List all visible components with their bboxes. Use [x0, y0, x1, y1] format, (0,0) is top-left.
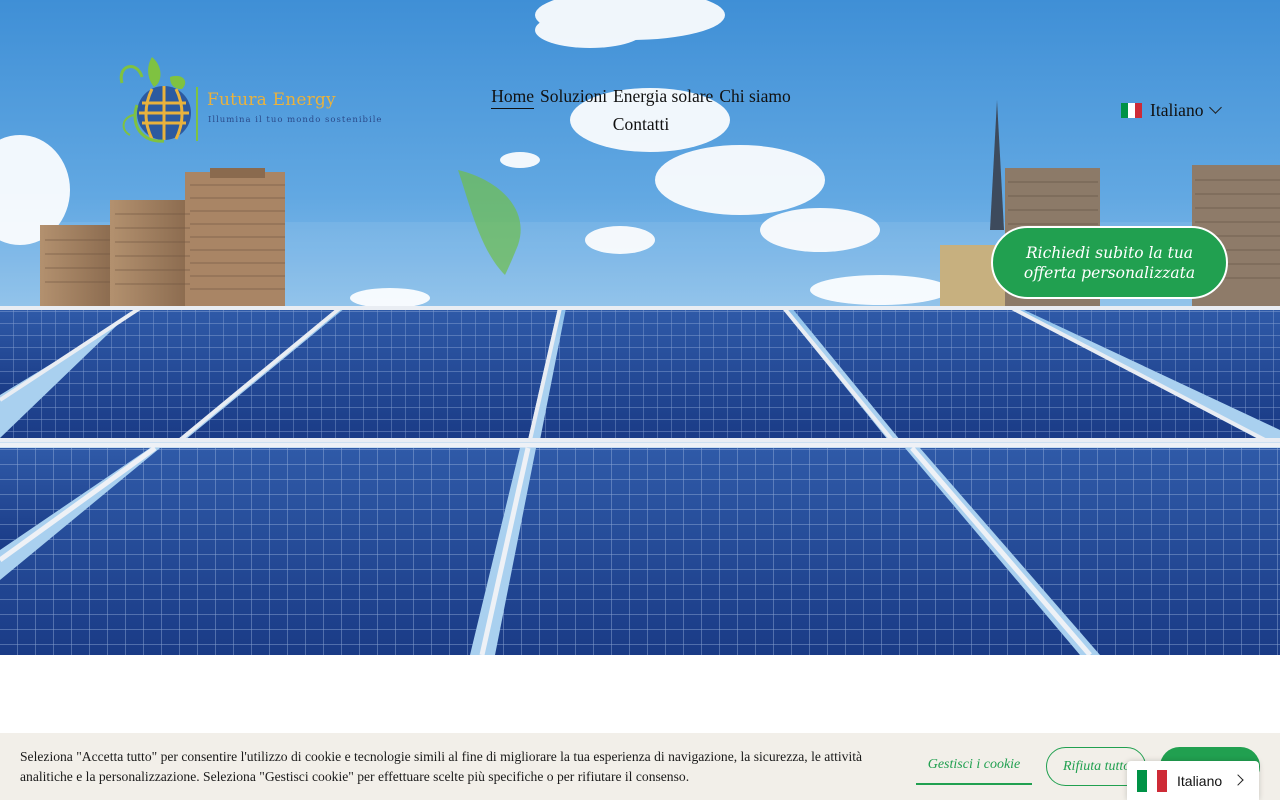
italy-flag-icon: [1137, 769, 1167, 792]
nav-item-soluzioni[interactable]: Soluzioni: [540, 82, 607, 110]
brand-name: Futura Energy: [207, 90, 336, 110]
nav-item-home[interactable]: Home: [491, 85, 534, 109]
nav-item-energia-solare[interactable]: Energia solare: [613, 82, 713, 110]
hero-section: Futura Energy Illumina il tuo mondo sost…: [0, 0, 1280, 655]
brand-logo[interactable]: Futura Energy Illumina il tuo mondo sost…: [112, 55, 392, 147]
italy-flag-icon: [1121, 102, 1142, 118]
language-selector[interactable]: Italiano: [1121, 98, 1223, 122]
brand-tagline: Illumina il tuo mondo sostenibile: [208, 115, 383, 125]
main-navigation: Home Soluzioni Energia solare Chi siamo Cont…: [470, 82, 812, 138]
cookie-banner-text: Seleziona "Accetta tutto" per consentire…: [20, 749, 863, 784]
language-switcher-widget[interactable]: Italiano: [1127, 761, 1259, 800]
cookie-banner: Seleziona "Accetta tutto" per consentire…: [0, 733, 1280, 800]
chevron-right-icon: [1232, 774, 1244, 786]
globe-leaf-logo-icon: [119, 57, 191, 143]
logo-divider: [196, 87, 198, 141]
nav-item-chi-siamo[interactable]: Chi siamo: [719, 82, 790, 110]
chevron-down-icon: [1209, 101, 1223, 114]
request-offer-button[interactable]: Richiedi subito la tua offerta personali…: [991, 226, 1228, 299]
language-label: Italiano: [1150, 99, 1204, 120]
nav-item-contatti[interactable]: Contatti: [613, 110, 669, 138]
manage-cookies-button[interactable]: Gestisci i cookie: [916, 747, 1032, 785]
language-widget-label: Italiano: [1177, 772, 1223, 789]
